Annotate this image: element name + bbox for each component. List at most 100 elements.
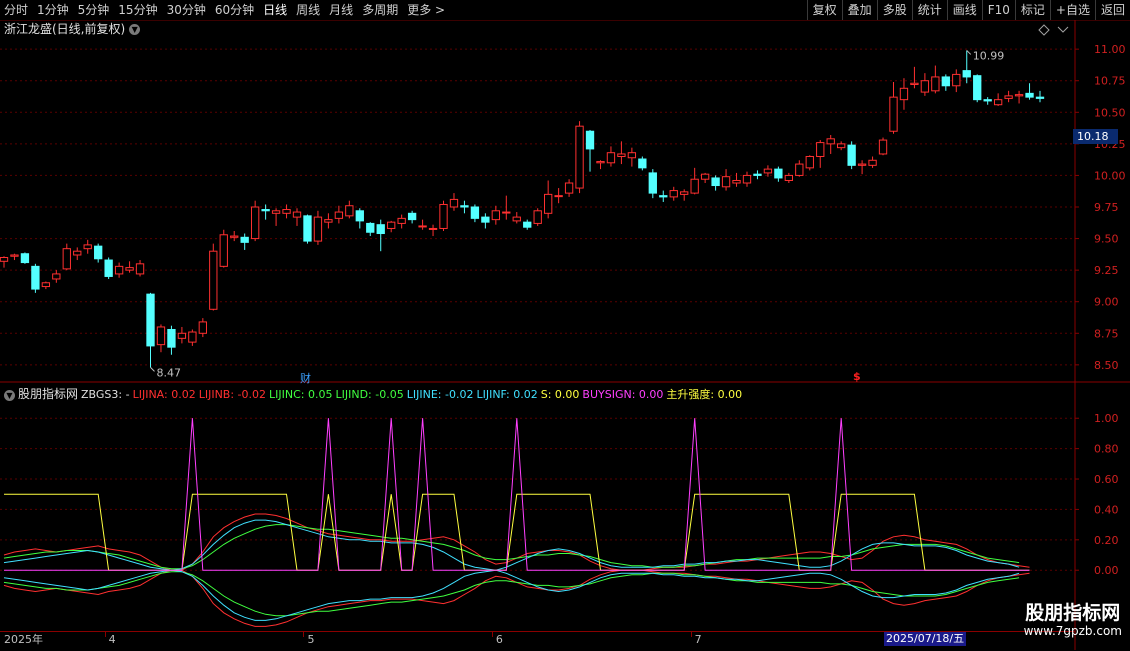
candle-body-up: [345, 205, 354, 217]
candle-body-up: [784, 174, 794, 181]
candle-body-up: [533, 210, 542, 224]
candle-body-up: [10, 254, 19, 257]
candle-body-up: [188, 331, 197, 343]
candle-body-up: [993, 99, 1003, 106]
date-tick: [104, 632, 106, 637]
candle-body-down: [648, 172, 657, 194]
indicator-tick-label: 0.00: [1094, 564, 1119, 577]
diamond-icon: [1038, 24, 1050, 36]
price-tick-label: 10.00: [1094, 169, 1126, 182]
candle-body-down: [460, 205, 469, 208]
price-tick-label: 10.75: [1094, 75, 1126, 88]
candle-body-up: [931, 76, 940, 92]
candle-body-up: [114, 265, 124, 275]
candle-body-up: [732, 179, 741, 184]
candle-body-up: [805, 155, 814, 169]
candle-body-up: [334, 211, 344, 219]
candle-body-up: [418, 225, 427, 228]
candle-body-down: [31, 265, 40, 290]
candle-body-down: [470, 206, 480, 219]
indicator-tick-label: 0.80: [1094, 443, 1119, 456]
candle-body-up: [313, 216, 323, 242]
series-s: [4, 493, 1030, 571]
dividend-event-tag[interactable]: $: [853, 370, 861, 383]
candle-body-up: [721, 176, 731, 188]
series-lijina: [3, 513, 1030, 571]
candle-body-down: [20, 253, 30, 264]
candle-body-up: [910, 82, 919, 86]
candle-body-up: [680, 191, 689, 195]
price-tick-label: 8.50: [1094, 359, 1119, 372]
candle-body-up: [543, 193, 553, 214]
high-marker-pointer: [966, 50, 972, 55]
candle-body-down: [376, 224, 385, 235]
candle-body-up: [156, 326, 166, 346]
price-tick-label: 11.00: [1094, 43, 1126, 56]
candle-body-up: [198, 321, 207, 334]
candle-body-up: [889, 96, 898, 132]
candle-body-down: [983, 99, 992, 102]
candle-body-down: [774, 168, 783, 179]
price-tick-label: 9.50: [1094, 233, 1119, 246]
candle-body-down: [973, 75, 982, 101]
candle-body-down: [523, 221, 532, 228]
candle-body-up: [125, 267, 134, 271]
candle-body-down: [146, 293, 155, 347]
candle-body-up: [512, 216, 521, 222]
candle-body-up: [826, 138, 835, 145]
candle-body-up: [230, 235, 239, 238]
candle-body-up: [837, 143, 846, 149]
date-tick: [303, 632, 305, 637]
selected-date: 2025/07/18/五: [884, 632, 967, 646]
candle-body-down: [659, 195, 668, 198]
candle-body-down: [962, 70, 971, 78]
candle-body-up: [271, 210, 281, 214]
candle-body-up: [439, 203, 448, 229]
candle-body-up: [868, 159, 877, 166]
high-price-label: 10.99: [973, 49, 1005, 62]
candle-body-up: [73, 250, 82, 256]
candle-body-up: [62, 248, 71, 270]
candle-body-up: [219, 234, 228, 267]
current-price-badge: 10.18: [1073, 129, 1118, 144]
candle-body-up: [1014, 94, 1024, 97]
candle-body-down: [941, 76, 950, 87]
candle-body-up: [177, 332, 187, 339]
candle-body-down: [1035, 96, 1045, 99]
candle-body-up: [575, 125, 584, 189]
series-lijine: [3, 569, 1020, 621]
watermark-title: 股朋指标网: [1025, 602, 1121, 624]
candle-body-down: [847, 144, 856, 166]
candle-body-up: [1004, 95, 1013, 99]
candle-body-down: [585, 130, 595, 150]
chart-canvas[interactable]: 8.508.759.009.259.509.7510.0010.2510.501…: [0, 0, 1130, 650]
candle-body-down: [303, 215, 312, 242]
candle-body-up: [502, 211, 511, 214]
candle-body-up: [617, 153, 626, 157]
candle-body-up: [857, 163, 867, 166]
candle-body-down: [711, 177, 720, 187]
candle-body-up: [795, 163, 804, 176]
candle-body-up: [491, 210, 501, 221]
watermark: 股朋指标网 www.7gpzb.com: [1024, 602, 1122, 638]
candle-body-up: [920, 80, 930, 93]
candle-body-down: [753, 173, 762, 176]
candle-body-up: [700, 173, 710, 180]
candle-body-up: [878, 139, 888, 155]
candle-body-up: [816, 142, 825, 157]
candle-body-up: [554, 195, 563, 198]
candle-body-up: [0, 257, 9, 262]
indicator-tick-label: 1.00: [1094, 412, 1119, 425]
candle-body-down: [261, 209, 270, 212]
candle-body-down: [366, 222, 375, 233]
candle-body-up: [292, 211, 302, 218]
candle-body-up: [899, 87, 909, 101]
candle-body-up: [83, 244, 92, 250]
candle-body-up: [209, 250, 218, 310]
candle-body-up: [135, 263, 145, 275]
low-marker-pointer: [150, 367, 155, 372]
indicator-tick-label: 0.60: [1094, 473, 1119, 486]
date-label: 6: [495, 633, 503, 646]
finance-event-tag[interactable]: 财: [300, 370, 311, 386]
candle-body-up: [742, 174, 752, 184]
